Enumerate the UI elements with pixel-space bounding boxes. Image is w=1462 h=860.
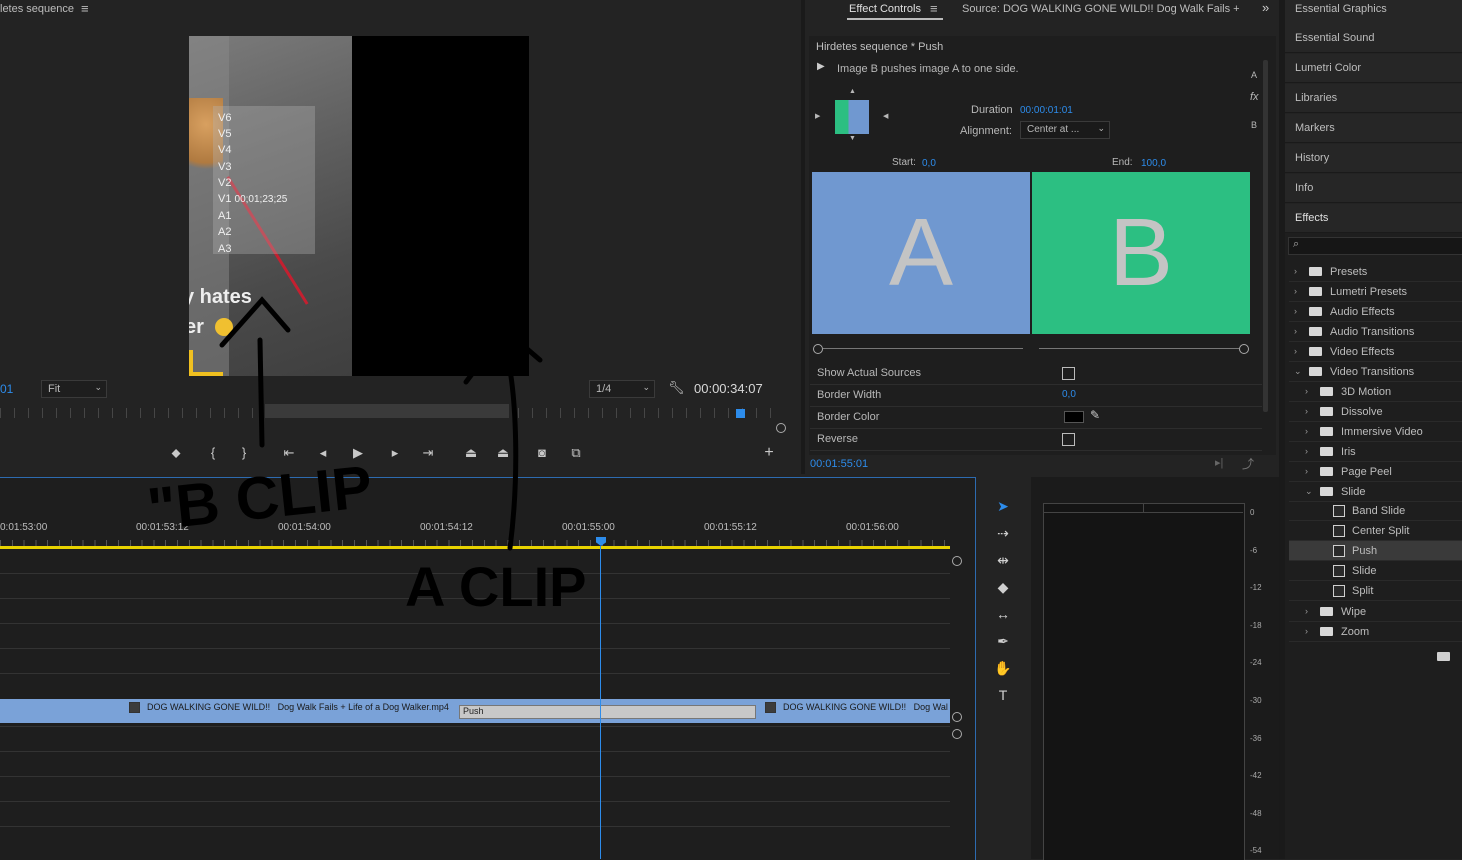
annotation-b-clip: "B CLIP <box>144 453 375 543</box>
annotation-layer: "B CLIP A CLIP <box>144 296 586 618</box>
a-arrow-head <box>463 326 543 385</box>
b-clip-arrow <box>219 296 291 448</box>
a-clip-arrow <box>463 326 543 551</box>
b-arrow-head <box>219 296 291 348</box>
b-arrow-shaft <box>257 337 265 448</box>
annotation-a-clip: A CLIP <box>405 555 586 618</box>
a-arrow-shaft <box>507 367 519 551</box>
